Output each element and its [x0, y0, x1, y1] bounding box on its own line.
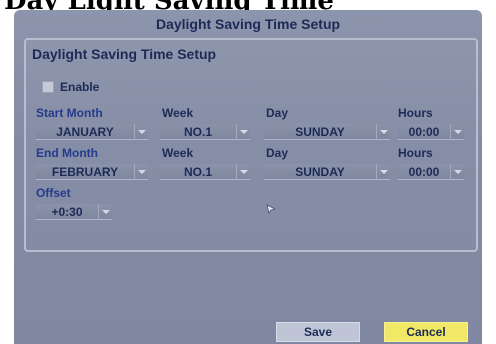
enable-label: Enable — [60, 80, 100, 94]
start-week-label: Week — [162, 106, 194, 120]
start-month-label: Start Month — [36, 106, 103, 120]
mouse-pointer-icon — [266, 204, 276, 214]
chevron-down-icon — [376, 163, 390, 180]
end-month-dropdown[interactable]: FEBRUARY — [36, 163, 148, 180]
end-day-dropdown[interactable]: SUNDAY — [264, 163, 390, 180]
start-day-label: Day — [266, 106, 289, 120]
start-week-value: NO.1 — [183, 124, 212, 139]
start-day-dropdown[interactable]: SUNDAY — [264, 123, 390, 140]
start-hours-dropdown[interactable]: 00:00 — [398, 123, 464, 140]
cancel-button[interactable]: Cancel — [384, 322, 468, 342]
chevron-down-icon — [450, 163, 464, 180]
start-month-value: JANUARY — [56, 124, 114, 139]
offset-label: Offset — [36, 186, 71, 200]
section-title: Daylight Saving Time Setup — [32, 46, 217, 62]
end-hours-value: 00:00 — [408, 164, 440, 179]
end-hours-dropdown[interactable]: 00:00 — [398, 163, 464, 180]
chevron-down-icon — [376, 123, 390, 140]
save-button[interactable]: Save — [276, 322, 360, 342]
offset-dropdown[interactable]: +0:30 — [36, 203, 112, 220]
end-month-value: FEBRUARY — [51, 164, 119, 179]
start-hours-value: 00:00 — [408, 124, 440, 139]
chevron-down-icon — [236, 123, 250, 140]
chevron-down-icon — [450, 123, 464, 140]
chevron-down-icon — [134, 163, 148, 180]
start-month-dropdown[interactable]: JANUARY — [36, 123, 148, 140]
end-day-value: SUNDAY — [295, 164, 345, 179]
chevron-down-icon — [98, 203, 112, 220]
end-week-label: Week — [162, 146, 194, 160]
enable-row[interactable]: Enable — [42, 80, 99, 94]
enable-checkbox[interactable] — [42, 81, 54, 93]
start-week-dropdown[interactable]: NO.1 — [160, 123, 250, 140]
screen-title: Daylight Saving Time Setup — [155, 16, 341, 32]
end-hours-label: Hours — [398, 146, 433, 160]
chevron-down-icon — [236, 163, 250, 180]
start-hours-label: Hours — [398, 106, 433, 120]
dst-panel: Daylight Saving Time Setup Enable Start … — [24, 38, 478, 252]
end-day-label: Day — [266, 146, 289, 160]
dst-setup-screen: Daylight Saving Time Setup Daylight Savi… — [14, 10, 482, 344]
end-month-label: End Month — [36, 146, 98, 160]
chevron-down-icon — [134, 123, 148, 140]
start-day-value: SUNDAY — [295, 124, 345, 139]
offset-value: +0:30 — [51, 204, 83, 219]
end-week-value: NO.1 — [183, 164, 212, 179]
end-week-dropdown[interactable]: NO.1 — [160, 163, 250, 180]
